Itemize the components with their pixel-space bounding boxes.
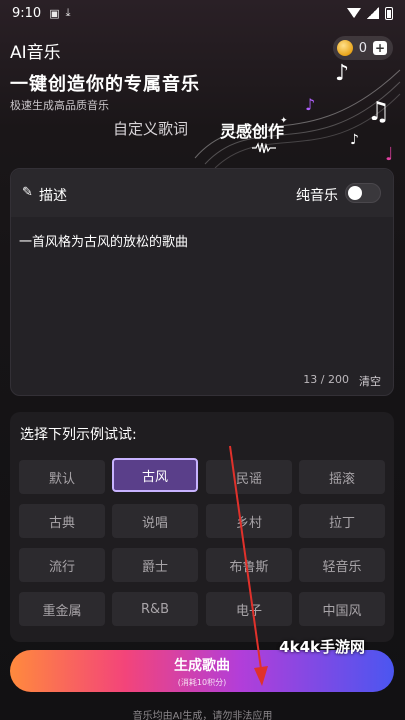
example-chip[interactable]: 乡村 [206,504,292,538]
pure-music-label: 纯音乐 [296,188,338,204]
svg-text:♪: ♪ [305,95,315,114]
battery-icon [385,6,393,20]
subline: 极速生成高品质音乐 [10,99,109,112]
credits-count: 0 [358,40,367,56]
example-chip[interactable]: 爵士 [112,548,198,582]
examples-panel: 选择下列示例试试: 默认 古风 民谣 摇滚 古典 说唱 乡村 拉丁 流行 爵士 … [10,412,394,642]
svg-text:♪: ♪ [335,61,349,86]
example-chip[interactable]: 流行 [19,548,105,582]
examples-title: 选择下列示例试试: [20,427,137,443]
example-chip[interactable]: 古典 [19,504,105,538]
generate-label: 生成歌曲 [174,657,230,674]
app-title: AI音乐 [10,43,61,63]
description-label: 描述 [39,188,67,204]
example-chip[interactable]: 民谣 [206,460,292,494]
tab-inspiration[interactable]: 灵感创作 [220,118,284,142]
watermark-text: 4k4k手游网 [279,638,365,656]
pure-music-toggle[interactable] [345,183,381,203]
example-chip[interactable]: 古风 [112,458,198,492]
generate-cost: (消耗10积分) [177,677,227,687]
sparkle-icon: ✦ [280,116,288,126]
example-chip[interactable]: R&B [112,592,198,626]
description-input[interactable]: 一首风格为古风的放松的歌曲 [19,231,188,250]
toggle-knob [348,186,362,200]
status-bar: 9:10 ▣ ⤓ [0,0,405,26]
plus-icon[interactable]: + [373,41,387,55]
description-card: ✎ 描述 纯音乐 一首风格为古风的放松的歌曲 13 / 200 清空 [10,168,394,396]
clear-button[interactable]: 清空 [359,373,381,389]
status-time: 9:10 [12,5,42,21]
example-chip[interactable]: 布鲁斯 [206,548,292,582]
footer-note: 音乐均由AI生成，请勿非法应用 [132,711,273,720]
mode-tabs: 自定义歌词 灵感创作 [0,118,405,142]
pen-icon: ✎ [22,185,33,200]
example-chip[interactable]: 轻音乐 [299,548,385,582]
signal-icon [367,7,379,19]
wifi-icon [347,8,361,18]
example-chip[interactable]: 默认 [19,460,105,494]
example-chip[interactable]: 重金属 [19,592,105,626]
active-tab-wave-icon [252,142,276,154]
download-icon: ⤓ [65,6,71,19]
example-chip[interactable]: 中国风 [299,592,385,626]
example-chip[interactable]: 说唱 [112,504,198,538]
svg-text:♩: ♩ [385,144,394,165]
char-counter: 13 / 200 [303,373,349,386]
notification-icon: ▣ [49,6,60,20]
example-chip[interactable]: 拉丁 [299,504,385,538]
example-chip[interactable]: 摇滚 [299,460,385,494]
example-chip[interactable]: 电子 [206,592,292,626]
credits-badge[interactable]: 0 + [332,36,393,60]
headline: 一键创造你的专属音乐 [10,74,200,95]
tab-custom-lyrics[interactable]: 自定义歌词 [113,118,188,139]
coin-icon [336,40,353,56]
